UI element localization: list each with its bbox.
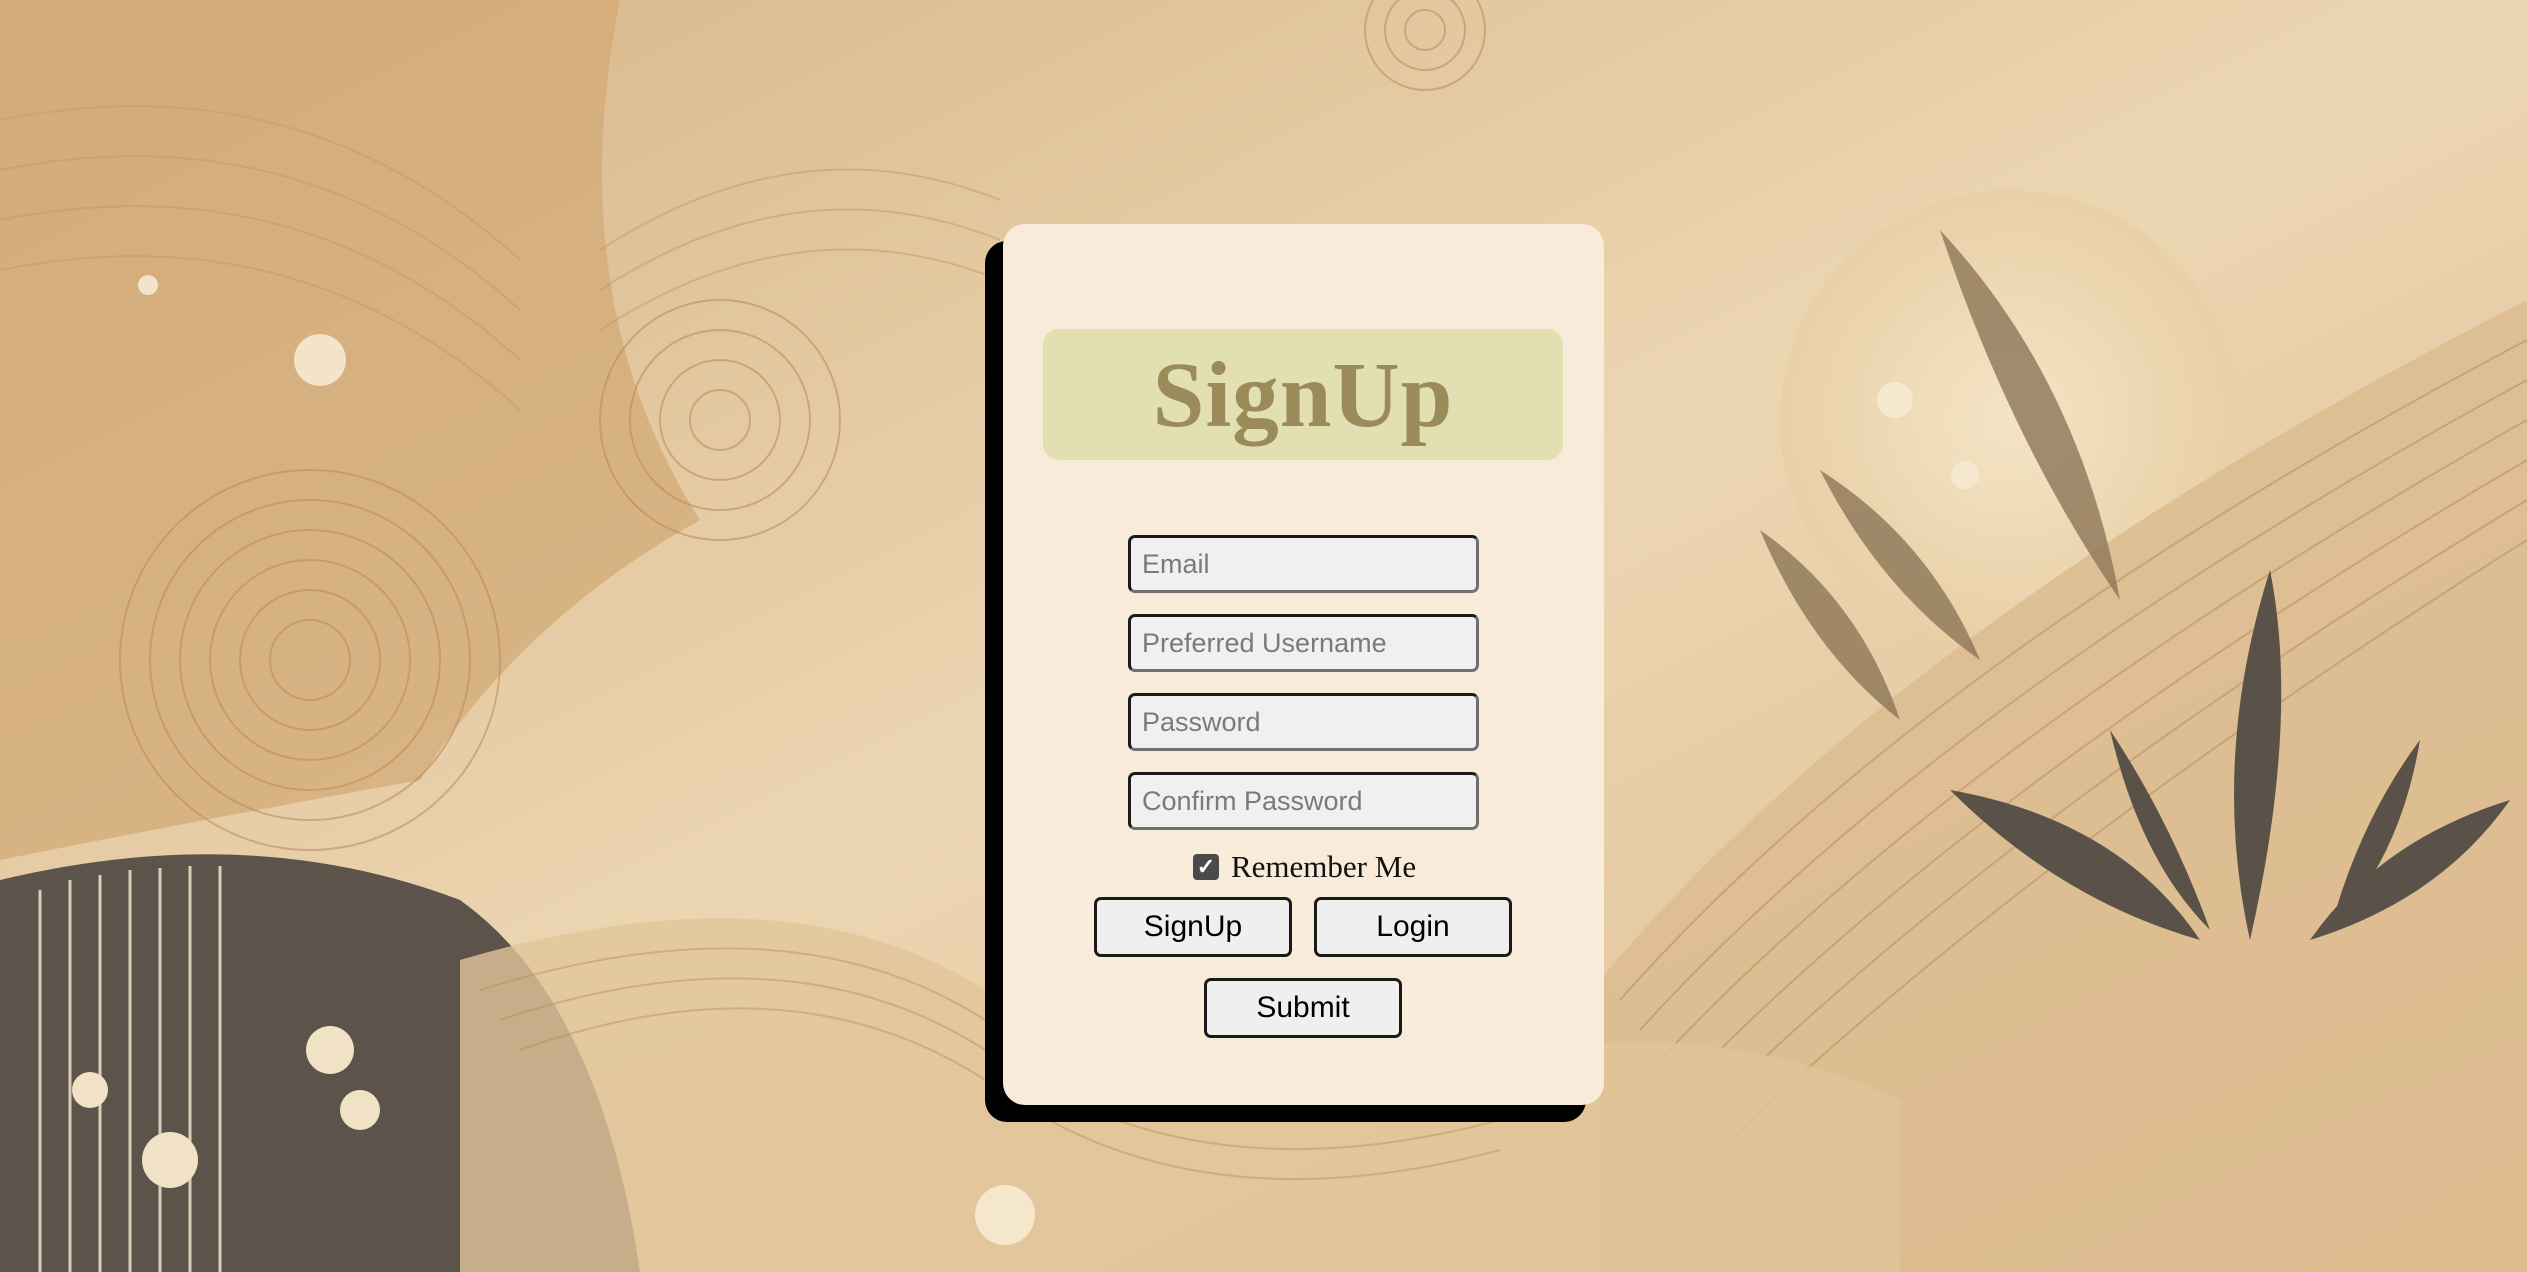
password-field[interactable] [1128,693,1479,751]
submit-button[interactable]: Submit [1204,978,1402,1038]
remember-me-row: ✓ Remember Me [1193,849,1416,885]
remember-me-label: Remember Me [1231,849,1417,884]
login-button[interactable]: Login [1314,897,1512,957]
checkmark-icon: ✓ [1196,854,1216,879]
email-field[interactable] [1128,535,1479,593]
page-title: SignUp [1152,344,1454,447]
username-field[interactable] [1128,614,1479,672]
signup-card: SignUp ✓ Remember Me SignUp Login Submit [1003,224,1604,1105]
title-banner: SignUp [1043,329,1563,460]
signup-button[interactable]: SignUp [1094,897,1292,957]
confirm-password-field[interactable] [1128,772,1479,830]
remember-me-checkbox[interactable]: ✓ [1193,854,1219,880]
